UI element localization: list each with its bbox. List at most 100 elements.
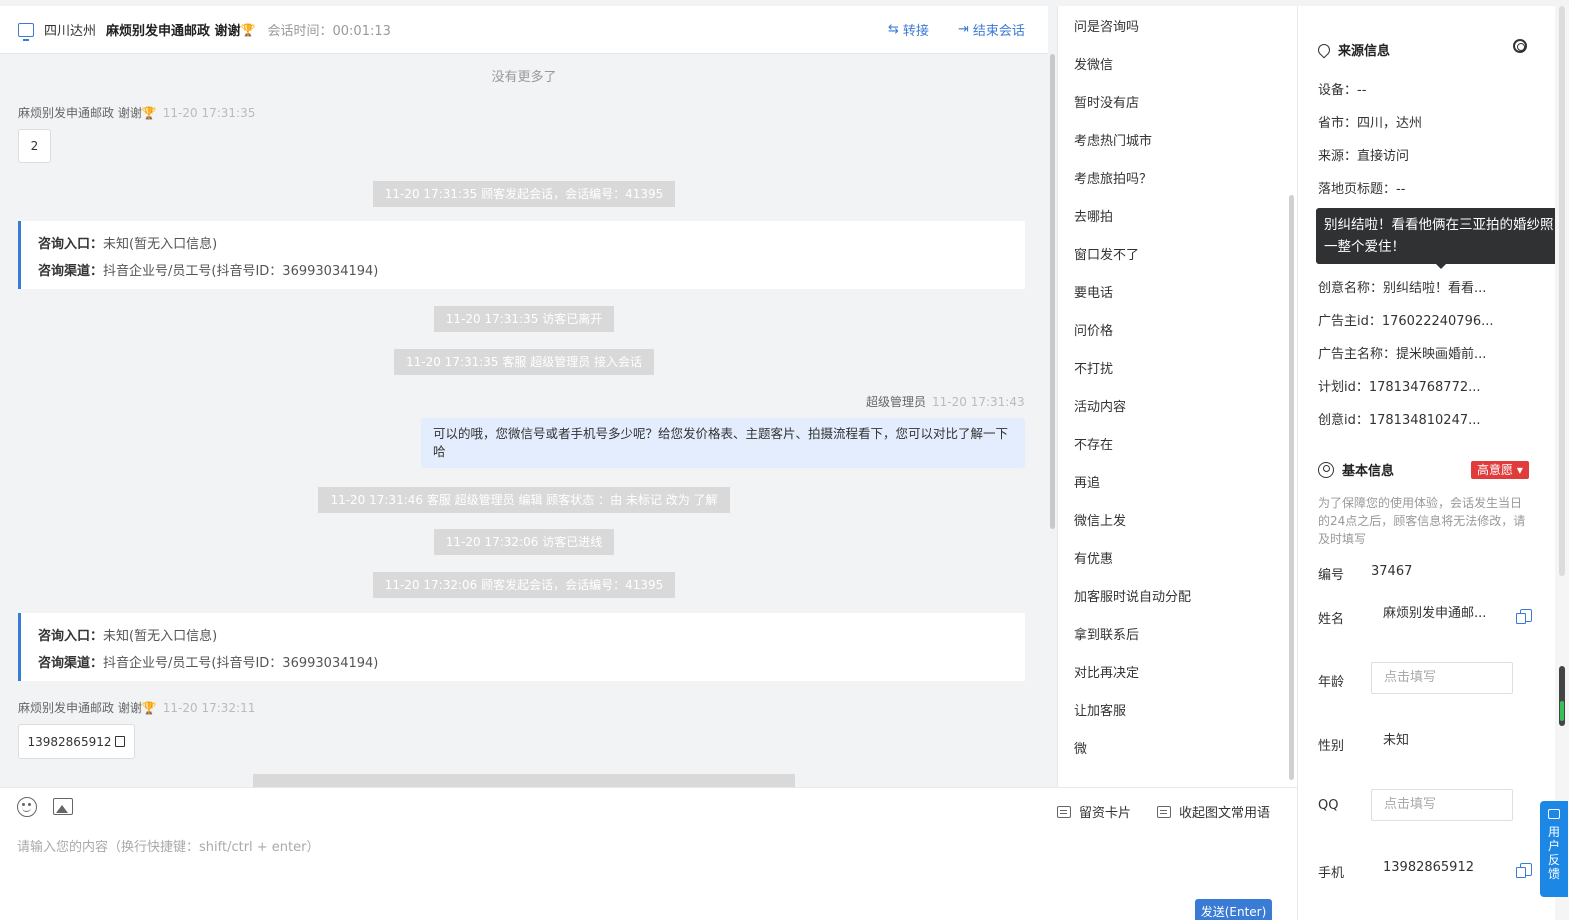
- quick-reply-item[interactable]: 不打扰: [1074, 358, 1113, 377]
- user-feedback-button[interactable]: 用户反馈: [1540, 801, 1568, 897]
- trophy-icon: 🏆: [240, 22, 256, 37]
- source-row: 来源：直接访问: [1318, 149, 1410, 164]
- transfer-button[interactable]: ⇆ 转接: [888, 20, 929, 39]
- entry-label: 咨询入口：: [38, 237, 104, 252]
- settings-icon[interactable]: [1513, 39, 1527, 53]
- message-sender: 麻烦别发申通邮政 谢谢🏆 11-20 17:32:11: [18, 699, 255, 716]
- visitor-location: 四川达州: [44, 24, 97, 39]
- exit-icon: ⇥: [958, 22, 969, 37]
- name-field[interactable]: 麻烦别发申通邮...: [1371, 599, 1513, 631]
- image-icon[interactable]: [53, 798, 73, 815]
- chat-messages[interactable]: 没有更多了 麻烦别发申通邮政 谢谢🏆 11-20 17:31:35 2 11-20…: [0, 54, 1048, 787]
- message-time: 11-20 17:32:11: [162, 701, 256, 715]
- quick-reply-item[interactable]: 考虑旅拍吗？: [1074, 168, 1152, 187]
- quick-reply-item[interactable]: 再追: [1074, 472, 1100, 491]
- quick-reply-item[interactable]: 对比再决定: [1074, 662, 1139, 681]
- transfer-icon: ⇆: [888, 22, 899, 37]
- channel-label: 咨询渠道：: [38, 656, 104, 671]
- province-row: 省市：四川，达州: [1318, 116, 1423, 131]
- message-input[interactable]: 请输入您的内容（换行快捷键：shift/ctrl + enter）: [17, 836, 320, 855]
- quick-reply-item[interactable]: 要电话: [1074, 282, 1113, 301]
- basic-info-title: 基本信息: [1318, 460, 1394, 479]
- quick-reply-scrollbar[interactable]: [1289, 195, 1294, 780]
- copy-icon[interactable]: [115, 736, 126, 747]
- source-info-label: 来源信息: [1338, 44, 1391, 59]
- quick-reply-item[interactable]: 考虑热门城市: [1074, 130, 1152, 149]
- system-message: 11-20 17:31:35 访客已离开: [0, 306, 1048, 332]
- copy-name-icon[interactable]: [1516, 609, 1532, 624]
- customer-info-panel: 来源信息 设备：-- 省市：四川，达州 来源：直接访问 落地页标题：-- 创意名…: [1297, 6, 1555, 920]
- copy-phone-icon[interactable]: [1516, 863, 1532, 878]
- quick-reply-item[interactable]: 微: [1074, 738, 1087, 757]
- business-card-label: 留资卡片: [1079, 806, 1132, 821]
- no-more-text: 没有更多了: [491, 70, 557, 85]
- send-button[interactable]: 发送(Enter): [1195, 899, 1272, 920]
- page-scrollbar-thumb[interactable]: [1559, 6, 1565, 576]
- system-text: 11-20 17:31:35 顾客发起会话，会话编号：41395: [372, 181, 676, 207]
- id-value: 37467: [1371, 564, 1413, 579]
- quick-reply-item[interactable]: 活动内容: [1074, 396, 1126, 415]
- intent-badge-label: 高意愿: [1477, 463, 1514, 477]
- id-label: 编号: [1318, 568, 1345, 583]
- quick-reply-item[interactable]: 让加客服: [1074, 700, 1126, 719]
- quick-reply-item[interactable]: 问价格: [1074, 320, 1113, 339]
- age-label: 年龄: [1318, 675, 1345, 690]
- quick-reply-item[interactable]: 暂时没有店: [1074, 92, 1139, 111]
- plan-id-row: 计划id：178134768772...: [1318, 380, 1481, 395]
- feedback-label: 用户反馈: [1548, 825, 1561, 881]
- end-session-label: 结束会话: [972, 24, 1025, 39]
- quick-reply-item[interactable]: 加客服时说自动分配: [1074, 586, 1191, 605]
- message-time: 11-20 17:31:35: [162, 106, 256, 120]
- system-message: 11-20 17:31:35 客服 超级管理员 接入会话: [0, 349, 1048, 375]
- intent-badge[interactable]: 高意愿 ▾: [1471, 461, 1529, 479]
- chat-header: 四川达州 麻烦别发申通邮政 谢谢 🏆 会话时间：00:01:13 ⇆ 转接 ⇥ …: [0, 6, 1048, 54]
- gender-select[interactable]: 未知: [1371, 726, 1513, 758]
- collapse-phrases-label: 收起图文常用语: [1179, 806, 1271, 821]
- chat-scrollbar-thumb[interactable]: [1050, 54, 1055, 529]
- name-label: 姓名: [1318, 612, 1345, 627]
- creative-name-row[interactable]: 创意名称：别纠结啦！看看...: [1318, 277, 1486, 296]
- monitor-icon: [18, 22, 34, 41]
- caret-down-icon: ▾: [1516, 463, 1523, 477]
- location-pin-icon: [1315, 41, 1333, 58]
- trophy-icon: 🏆: [141, 701, 157, 715]
- system-text: 11-20 17:31:35 客服 超级管理员 接入会话: [393, 349, 655, 375]
- creative-name-tooltip: 别纠结啦！看看他俩在三亚拍的婚纱照 一整个爱住！: [1316, 208, 1566, 269]
- message-sender: 麻烦别发申通邮政 谢谢🏆 11-20 17:31:35: [18, 104, 255, 121]
- system-text: 11-20 17:32:06 顾客发起会话，会话编号：41395: [372, 572, 676, 598]
- quick-reply-item[interactable]: 去哪拍: [1074, 206, 1113, 225]
- quick-reply-item[interactable]: 拿到联系后: [1074, 624, 1139, 643]
- quick-reply-item[interactable]: 有优惠: [1074, 548, 1113, 567]
- quick-reply-item[interactable]: 窗口发不了: [1074, 244, 1139, 263]
- source-info-title: 来源信息: [1315, 40, 1391, 59]
- system-text: 11-20 17:32:06 访客已进线: [433, 529, 615, 555]
- page-scrollbar[interactable]: [1555, 6, 1569, 920]
- consult-info-card: 咨询入口：未知(暂无入口信息) 咨询渠道：抖音企业号/员工号(抖音号ID：369…: [18, 221, 1025, 289]
- quick-reply-list: 问是咨询吗发微信暂时没有店考虑热门城市 考虑旅拍吗？ 去哪拍窗口发不了要电话问价格不…: [1057, 6, 1297, 787]
- message-input-area: 留资卡片 收起图文常用语 请输入您的内容（换行快捷键：shift/ctrl + …: [0, 787, 1297, 920]
- business-card-button[interactable]: 留资卡片: [1057, 802, 1131, 821]
- quick-reply-item[interactable]: 微信上发: [1074, 510, 1126, 529]
- card-icon: [1057, 805, 1071, 818]
- basic-info-label: 基本信息: [1342, 464, 1395, 479]
- landing-title-row: 落地页标题：--: [1318, 182, 1406, 197]
- quick-reply-item[interactable]: 问是咨询吗: [1074, 16, 1139, 35]
- quick-reply-item[interactable]: 不存在: [1074, 434, 1113, 453]
- visitor-message: 13982865912: [18, 724, 135, 759]
- quick-reply-item[interactable]: 发微信: [1074, 54, 1113, 73]
- chat-scrollbar[interactable]: [1049, 54, 1056, 787]
- system-message: 11-20 17:31:46 客服 超级管理员 编辑 顾客状态 ：由 未标记 改…: [0, 487, 1048, 513]
- age-input[interactable]: 点击填写: [1371, 662, 1513, 694]
- emoji-icon[interactable]: [17, 797, 37, 817]
- visitor-name: 麻烦别发申通邮政 谢谢: [106, 24, 241, 39]
- session-timer: 会话时间：00:01:13: [267, 24, 391, 39]
- edit-notice: 为了保障您的使用体验，会话发生当日的24点之后，顾客信息将无法修改，请及时填写: [1318, 496, 1526, 546]
- sender-name: 麻烦别发申通邮政 谢谢: [18, 106, 142, 120]
- phrases-icon: [1157, 805, 1171, 818]
- qq-input[interactable]: 点击填写: [1371, 789, 1513, 821]
- end-session-button[interactable]: ⇥ 结束会话: [958, 20, 1025, 39]
- entry-label: 咨询入口：: [38, 629, 104, 644]
- gender-label: 性别: [1318, 739, 1345, 754]
- phone-field[interactable]: 13982865912: [1371, 853, 1513, 885]
- collapse-phrases-button[interactable]: 收起图文常用语: [1157, 802, 1270, 821]
